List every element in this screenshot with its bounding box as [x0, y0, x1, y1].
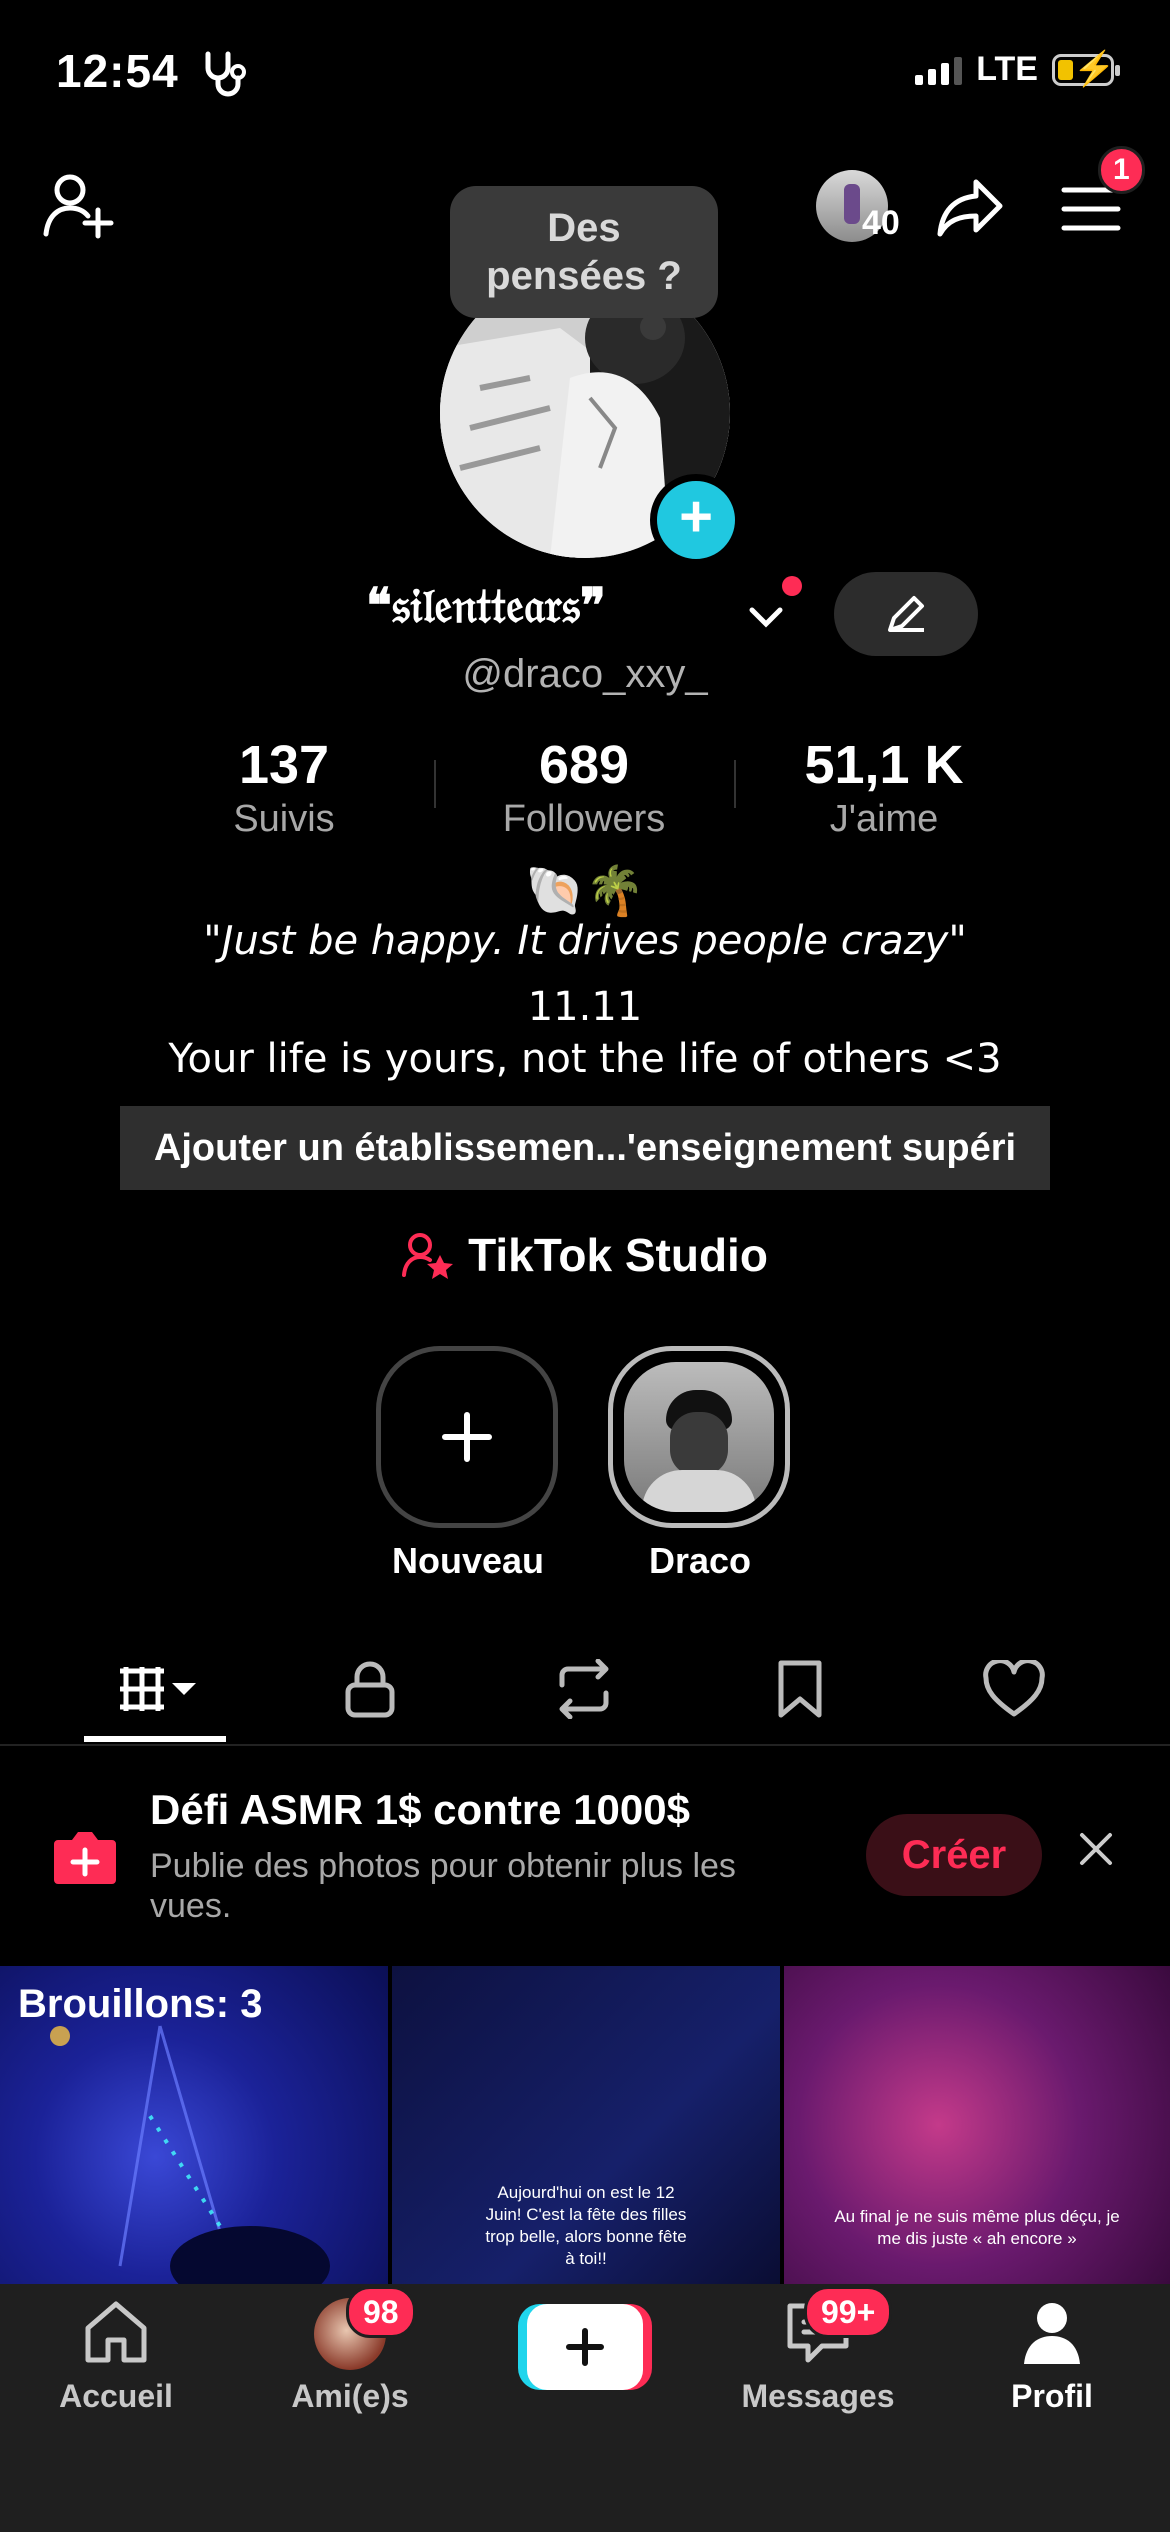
- tab-liked[interactable]: [954, 1654, 1074, 1724]
- new-story-button[interactable]: [376, 1346, 558, 1528]
- bio-line: 11.11: [527, 984, 643, 1030]
- status-time: 12:54: [56, 45, 179, 97]
- thought-bubble[interactable]: Des pensées ?: [450, 186, 718, 340]
- drafts-thumbnail[interactable]: Brouillons: 3: [0, 1966, 388, 2284]
- thought-bubble-line1: Des: [547, 206, 621, 250]
- stat-followers-label: Followers: [502, 798, 666, 840]
- stat-followers[interactable]: 689 Followers: [434, 734, 734, 841]
- camera-plus-icon: [50, 1826, 120, 1893]
- repost-icon: [559, 1659, 609, 1719]
- bookmark-icon: [778, 1660, 822, 1718]
- promo-create-button[interactable]: Créer: [866, 1814, 1042, 1896]
- username-handle: @draco_xxy_: [462, 652, 708, 696]
- share-icon[interactable]: [936, 176, 1006, 243]
- messages-badge: 99+: [804, 2286, 893, 2338]
- add-story-plus-icon[interactable]: +: [650, 474, 742, 566]
- bio-quote: "Just be happy. It drives people crazy": [203, 918, 967, 964]
- tab-reposts[interactable]: [524, 1654, 644, 1724]
- nav-messages-label: Messages: [741, 2378, 895, 2414]
- video-thumbnail[interactable]: Au final je ne suis même plus déçu, je m…: [784, 1966, 1170, 2284]
- video-caption: Aujourd'hui on est le 12 Juin! C'est la …: [485, 2183, 687, 2268]
- drafts-label: Brouillons: 3: [18, 1982, 263, 2026]
- add-friend-icon[interactable]: [42, 170, 116, 245]
- active-tab-indicator: [84, 1736, 226, 1742]
- story-thumbnail: [624, 1362, 774, 1512]
- nav-home[interactable]: [16, 2298, 216, 2371]
- tab-private[interactable]: [310, 1654, 430, 1724]
- status-indicators: LTE ⚡: [915, 50, 1120, 89]
- nav-profile-label: Profil: [1011, 2378, 1093, 2414]
- nav-friends-label: Ami(e)s: [291, 2378, 409, 2414]
- stat-likes[interactable]: 51,1 K J'aime: [734, 734, 1034, 841]
- chevron-down-icon[interactable]: [748, 600, 784, 639]
- stat-following-value: 137: [238, 735, 330, 795]
- video-thumbnail[interactable]: Aujourd'hui on est le 12 Juin! C'est la …: [392, 1966, 780, 2284]
- promo-subtitle: Publie des photos pour obtenir plus les …: [150, 1847, 736, 1925]
- bio-line: Your life is yours, not the life of othe…: [168, 1036, 1002, 1082]
- add-school-button[interactable]: Ajouter un établissemen...'enseignement …: [120, 1106, 1050, 1190]
- heart-icon: [983, 1660, 1045, 1717]
- menu-badge: 1: [1098, 146, 1145, 194]
- stat-followers-value: 689: [538, 735, 630, 795]
- story-label-new: Nouveau: [391, 1540, 545, 1581]
- lock-icon: [345, 1661, 395, 1718]
- creator-star-icon: [402, 1233, 454, 1279]
- notification-dot: [782, 576, 802, 596]
- battery-icon: ⚡: [1052, 51, 1120, 87]
- pencil-icon: [888, 596, 924, 632]
- plus-icon: [442, 1412, 492, 1462]
- signal-icon: [915, 55, 963, 85]
- edit-profile-button[interactable]: [834, 572, 978, 656]
- create-button[interactable]: [518, 2304, 652, 2390]
- friends-count: 40: [862, 204, 900, 242]
- stat-following-label: Suivis: [233, 798, 335, 840]
- story-label-draco: Draco: [648, 1540, 752, 1581]
- stethoscope-icon: [200, 50, 254, 103]
- friends-badge: 98: [346, 2286, 416, 2338]
- tiktok-studio-link[interactable]: TikTok Studio: [0, 1228, 1170, 1282]
- close-icon[interactable]: [1076, 1826, 1116, 1880]
- stat-following[interactable]: 137 Suivis: [134, 734, 434, 841]
- profile-icon: [1024, 2303, 1080, 2364]
- nav-profile[interactable]: [952, 2298, 1152, 2371]
- grid-icon: [120, 1667, 196, 1711]
- display-name[interactable]: ❝𝔰𝔦𝔩𝔢𝔫𝔱𝔱𝔢𝔞𝔯𝔰❞: [366, 578, 606, 635]
- story-highlight-draco[interactable]: [608, 1346, 790, 1528]
- video-caption: Au final je ne suis même plus déçu, je m…: [834, 2207, 1120, 2248]
- tab-favorites[interactable]: [740, 1654, 860, 1724]
- stat-likes-label: J'aime: [829, 798, 939, 840]
- stat-likes-value: 51,1 K: [804, 735, 964, 795]
- promo-title: Défi ASMR 1$ contre 1000$: [150, 1786, 690, 1833]
- bio-emoji: 🐚🌴: [525, 865, 645, 918]
- home-icon: [85, 2301, 147, 2363]
- nav-home-label: Accueil: [59, 2378, 173, 2414]
- network-label: LTE: [976, 50, 1038, 88]
- tiktok-studio-label: TikTok Studio: [468, 1229, 768, 1281]
- thought-bubble-line2: pensées ?: [486, 254, 682, 298]
- tab-videos[interactable]: [96, 1654, 216, 1724]
- plus-icon: [566, 2328, 604, 2366]
